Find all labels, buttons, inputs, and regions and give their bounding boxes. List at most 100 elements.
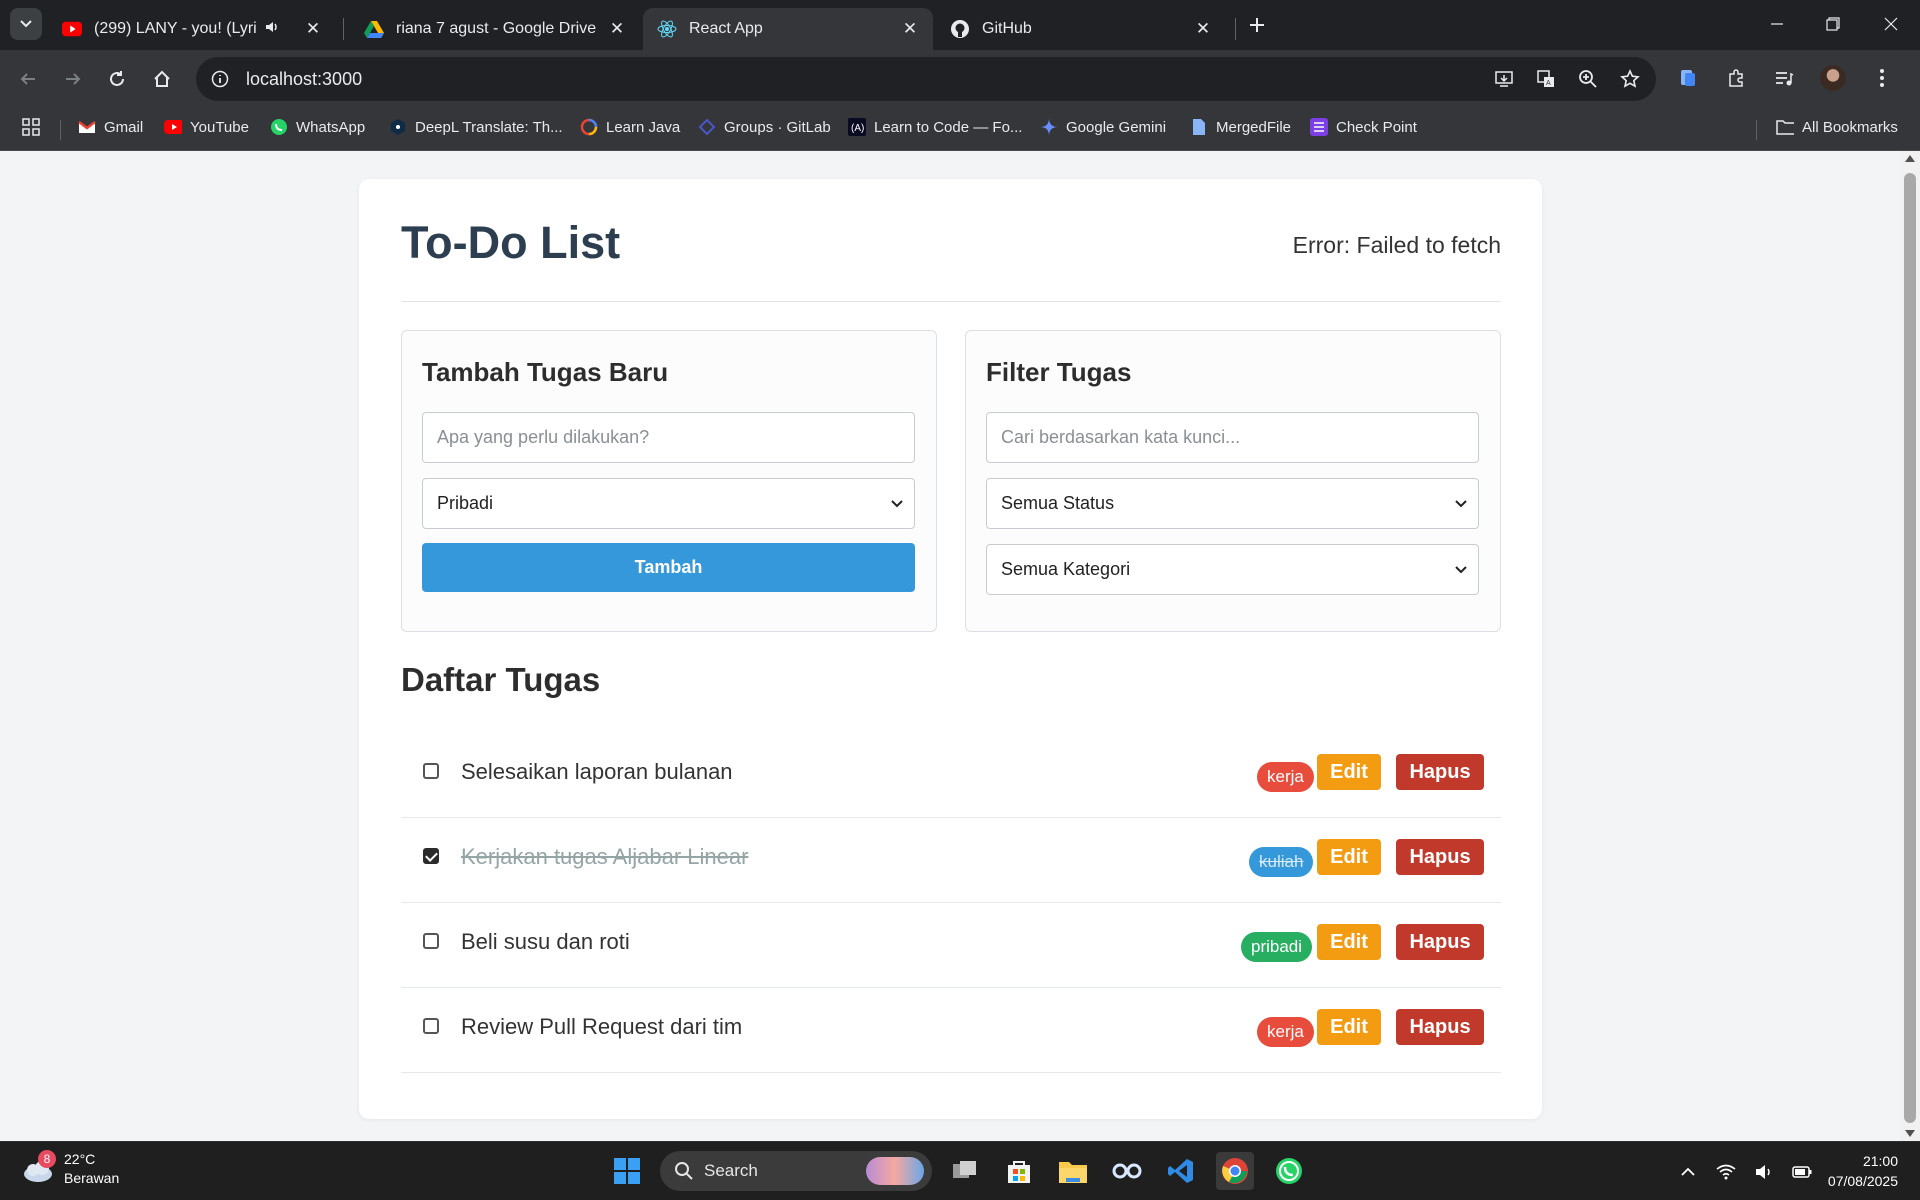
scrollbar-thumb[interactable] — [1904, 173, 1916, 1123]
delete-button[interactable]: Hapus — [1396, 839, 1484, 875]
tab-divider — [1235, 18, 1236, 40]
add-task-button[interactable]: Tambah — [422, 543, 915, 592]
new-tab-button[interactable] — [1244, 12, 1270, 38]
forward-button[interactable] — [59, 65, 87, 93]
search-input[interactable]: Cari berdasarkan kata kunci... — [986, 412, 1479, 463]
tab-search-button[interactable] — [10, 8, 42, 40]
bookmark-divider — [60, 120, 61, 140]
url-text: localhost:3000 — [246, 68, 363, 89]
close-tab-icon[interactable]: ✕ — [1194, 19, 1212, 39]
vscode-button[interactable] — [1162, 1152, 1200, 1190]
media-controls-icon[interactable] — [1772, 66, 1796, 90]
install-app-icon[interactable] — [1492, 67, 1516, 91]
speaker-icon[interactable] — [264, 19, 280, 40]
chrome-button[interactable] — [1216, 1152, 1254, 1190]
category-badge: kerja — [1257, 1017, 1314, 1047]
chevron-down-icon — [20, 20, 32, 28]
bookmark-star-icon[interactable] — [1618, 67, 1642, 91]
new-task-input[interactable]: Apa yang perlu dilakukan? — [422, 412, 915, 463]
tab-google-drive[interactable]: riana 7 agust - Google Drive ✕ — [350, 8, 640, 50]
profile-avatar[interactable] — [1820, 65, 1846, 91]
file-explorer-icon — [1059, 1162, 1087, 1183]
task-checkbox[interactable] — [423, 933, 439, 949]
volume-icon[interactable] — [1752, 1160, 1776, 1184]
header-divider — [401, 301, 1501, 302]
taskbar-search[interactable]: Search — [660, 1151, 932, 1191]
edit-button[interactable]: Edit — [1317, 839, 1381, 875]
battery-icon[interactable] — [1790, 1160, 1814, 1184]
react-icon — [657, 19, 677, 39]
page-scrollbar[interactable] — [1900, 151, 1920, 1141]
task-row: Review Pull Request dari tim kerja Edit … — [401, 989, 1501, 1073]
tab-title: (299) LANY - you! (Lyrics) - — [94, 20, 256, 37]
more-menu-icon[interactable] — [1870, 66, 1894, 90]
all-bookmarks-label: All Bookmarks — [1802, 118, 1898, 136]
site-info-icon[interactable] — [208, 67, 232, 91]
microsoft-store-icon — [1008, 1161, 1030, 1183]
address-bar[interactable]: localhost:3000 A — [196, 57, 1656, 101]
category-filter-select[interactable]: Semua Kategori — [986, 544, 1479, 595]
bookmark-label: DeepL Translate: Th... — [415, 118, 563, 136]
start-button[interactable] — [608, 1152, 646, 1190]
bookmark-mergedfile[interactable]: MergedFile — [1190, 118, 1291, 136]
scroll-up-arrow-icon[interactable] — [1905, 155, 1915, 162]
task-row: Beli susu dan roti pribadi Edit Hapus — [401, 904, 1501, 988]
edit-button[interactable]: Edit — [1317, 1009, 1381, 1045]
extension-icon[interactable] — [1676, 66, 1700, 90]
translate-icon[interactable]: A — [1534, 67, 1558, 91]
close-tab-icon[interactable]: ✕ — [304, 19, 322, 39]
bookmark-gemini[interactable]: Google Gemini — [1040, 118, 1166, 136]
bookmark-freecodecamp[interactable]: (A) Learn to Code — Fo... — [848, 118, 1022, 136]
learn-java-icon — [580, 118, 598, 136]
edit-button[interactable]: Edit — [1317, 754, 1381, 790]
status-filter-select[interactable]: Semua Status — [986, 478, 1479, 529]
restore-button[interactable] — [1816, 10, 1850, 38]
scroll-down-arrow-icon[interactable] — [1905, 1130, 1915, 1137]
close-window-button[interactable] — [1874, 10, 1908, 38]
task-checkbox[interactable] — [423, 763, 439, 779]
tab-youtube[interactable]: (299) LANY - you! (Lyrics) - ✕ — [48, 8, 336, 50]
tab-github[interactable]: GitHub ✕ — [936, 8, 1226, 50]
task-view-button[interactable] — [946, 1152, 984, 1190]
bookmark-checkpoint[interactable]: Check Point — [1310, 118, 1417, 136]
whatsapp-app-button[interactable] — [1270, 1152, 1308, 1190]
task-checkbox[interactable] — [423, 1018, 439, 1034]
wifi-icon[interactable] — [1714, 1160, 1738, 1184]
bookmark-label: Google Gemini — [1066, 118, 1167, 136]
all-bookmarks-button[interactable]: All Bookmarks — [1776, 118, 1898, 136]
bookmark-deepl[interactable]: DeepL Translate: Th... — [389, 118, 563, 136]
edit-button[interactable]: Edit — [1317, 924, 1381, 960]
minimize-button[interactable] — [1760, 10, 1794, 38]
freecodecamp-icon: (A) — [848, 118, 866, 136]
copilot-button[interactable] — [1108, 1152, 1146, 1190]
extensions-puzzle-icon[interactable] — [1724, 66, 1748, 90]
close-tab-icon[interactable]: ✕ — [901, 19, 919, 39]
back-button[interactable] — [14, 65, 42, 93]
chevron-up-icon[interactable] — [1676, 1160, 1700, 1184]
bookmark-gmail[interactable]: Gmail — [78, 118, 143, 136]
bookmark-gitlab[interactable]: Groups · GitLab — [698, 118, 831, 136]
close-tab-icon[interactable]: ✕ — [608, 19, 626, 39]
category-select[interactable]: Pribadi — [422, 478, 915, 529]
restore-icon — [1826, 17, 1840, 31]
apps-grid-icon — [22, 118, 40, 136]
zoom-icon[interactable] — [1576, 67, 1600, 91]
tab-react-app[interactable]: React App ✕ — [643, 8, 933, 50]
delete-button[interactable]: Hapus — [1396, 924, 1484, 960]
weather-alert-badge: 8 — [38, 1150, 56, 1168]
home-button[interactable] — [148, 65, 176, 93]
system-clock[interactable]: 21:00 07/08/2025 — [1828, 1151, 1898, 1191]
bookmark-youtube[interactable]: YouTube — [164, 118, 249, 136]
weather-widget[interactable]: 8 22°C Berawan — [22, 1150, 119, 1188]
bookmark-whatsapp[interactable]: WhatsApp — [270, 118, 365, 136]
task-checkbox[interactable] — [423, 848, 439, 864]
delete-button[interactable]: Hapus — [1396, 1009, 1484, 1045]
category-filter-value: Semua Kategori — [1001, 559, 1131, 579]
bookmark-learn-java[interactable]: Learn Java — [580, 118, 680, 136]
apps-button[interactable] — [22, 118, 48, 136]
cloud-weather-icon: 8 — [22, 1150, 56, 1186]
delete-button[interactable]: Hapus — [1396, 754, 1484, 790]
reload-button[interactable] — [103, 65, 131, 93]
microsoft-store-button[interactable] — [1000, 1152, 1038, 1190]
file-explorer-button[interactable] — [1054, 1152, 1092, 1190]
